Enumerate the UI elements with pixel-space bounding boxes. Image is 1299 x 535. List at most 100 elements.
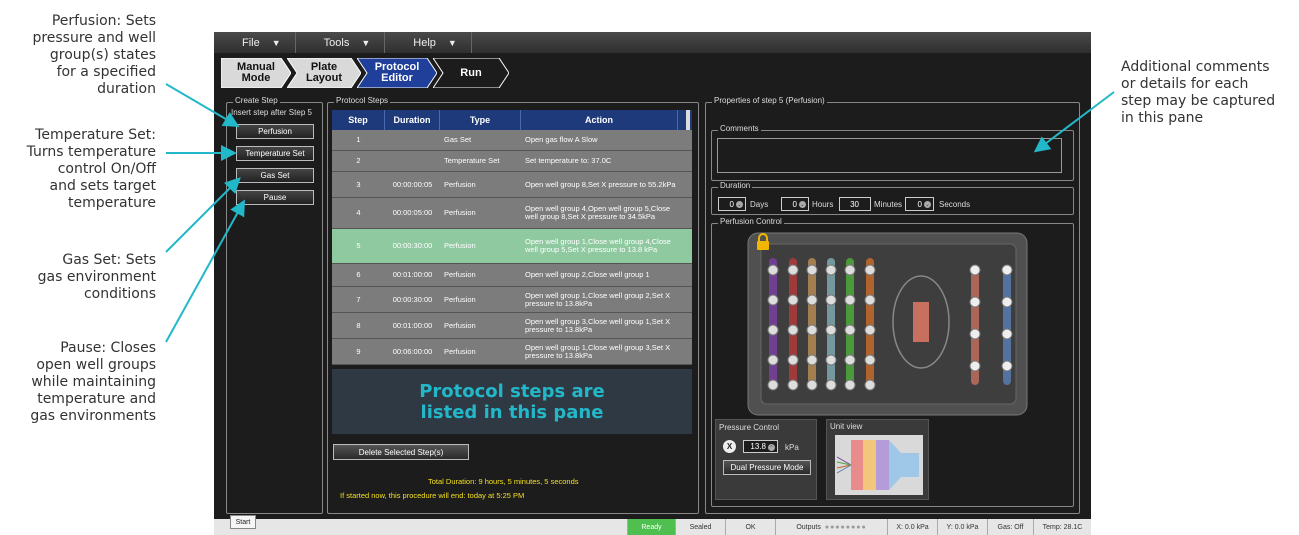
channel-column[interactable] [827, 258, 835, 388]
well[interactable] [825, 324, 837, 336]
plate-diagram[interactable] [745, 230, 1030, 418]
well[interactable] [844, 264, 856, 276]
status-y-pressure: Y: 0.0 kPa [937, 519, 987, 535]
well[interactable] [1001, 360, 1013, 372]
protocol-steps-annotation: Protocol steps are listed in this pane [332, 369, 692, 434]
properties-title: Properties of step 5 (Perfusion) [712, 96, 827, 105]
well[interactable] [1001, 264, 1013, 276]
column-type[interactable]: Type [440, 110, 521, 130]
table-row[interactable]: 3 00:00:00:05 Perfusion Open well group 8,S… [332, 172, 692, 198]
well[interactable] [844, 354, 856, 366]
well[interactable] [864, 264, 876, 276]
well[interactable] [787, 294, 799, 306]
well[interactable] [1001, 328, 1013, 340]
well[interactable] [825, 294, 837, 306]
well[interactable] [825, 354, 837, 366]
days-spinner[interactable]: 0 ⌄ [718, 197, 746, 211]
gas-set-button[interactable]: Gas Set [236, 168, 314, 183]
lock-icon[interactable] [755, 233, 771, 251]
table-row[interactable]: 6 00:01:00:00 Perfusion Open well group 2,C… [332, 264, 692, 287]
status-temp: Temp: 28.1C [1033, 519, 1091, 535]
well[interactable] [825, 379, 837, 391]
total-duration: Total Duration: 9 hours, 5 minutes, 5 se… [428, 477, 579, 486]
well[interactable] [864, 324, 876, 336]
table-row[interactable]: 1 Gas Set Open gas flow A Slow [332, 130, 692, 151]
minutes-spinner[interactable]: 30 [839, 197, 871, 211]
table-scrollbar[interactable] [686, 110, 690, 130]
crumb-plate-layout[interactable]: Plate Layout [287, 58, 361, 88]
column-action[interactable]: Action [521, 110, 678, 130]
well[interactable] [767, 324, 779, 336]
menu-tools[interactable]: Tools ▼ [296, 32, 386, 53]
chevron-icon: ⌃ [768, 444, 775, 451]
seconds-label: Seconds [939, 200, 971, 209]
well[interactable] [969, 360, 981, 372]
column-duration[interactable]: Duration [385, 110, 440, 130]
channel-column[interactable] [846, 258, 854, 388]
well[interactable] [806, 354, 818, 366]
well[interactable] [864, 379, 876, 391]
perfusion-button[interactable]: Perfusion [236, 124, 314, 139]
output-dots-icon: ●●●●●●●● [824, 523, 867, 531]
pressure-control-title: Pressure Control [719, 423, 780, 432]
table-row[interactable]: 2 Temperature Set Set temperature to: 37.0… [332, 151, 692, 172]
perfusion-callout: Perfusion: Sets pressure and well group(s)… [32, 13, 156, 97]
well[interactable] [806, 294, 818, 306]
well[interactable] [969, 328, 981, 340]
delete-selected-steps-button[interactable]: Delete Selected Step(s) [333, 444, 469, 460]
well[interactable] [864, 354, 876, 366]
table-row[interactable]: 7 00:00:30:00 Perfusion Open well group 1,C… [332, 287, 692, 313]
menu-file[interactable]: File ▼ [214, 32, 296, 53]
well[interactable] [806, 379, 818, 391]
well[interactable] [767, 294, 779, 306]
well[interactable] [787, 324, 799, 336]
well[interactable] [787, 264, 799, 276]
well[interactable] [969, 264, 981, 276]
start-button[interactable]: Start [230, 515, 256, 529]
seconds-spinner[interactable]: 0 ⌄ [905, 197, 934, 211]
table-row[interactable]: 9 00:06:00:00 Perfusion Open well group 1,C… [332, 339, 692, 365]
well[interactable] [806, 324, 818, 336]
well[interactable] [844, 324, 856, 336]
dual-pressure-mode-button[interactable]: Dual Pressure Mode [723, 460, 811, 475]
channel-column[interactable] [789, 258, 797, 388]
minutes-label: Minutes [874, 200, 903, 209]
temperature-set-button[interactable]: Temperature Set [236, 146, 314, 161]
well[interactable] [806, 264, 818, 276]
well[interactable] [767, 354, 779, 366]
well[interactable] [1001, 296, 1013, 308]
well[interactable] [864, 294, 876, 306]
create-step-panel: Create Step Insert step after Step 5 Per… [226, 96, 323, 514]
channel-column[interactable] [866, 258, 874, 388]
menu-help[interactable]: Help ▼ [385, 32, 472, 53]
table-row[interactable]: 8 00:01:00:00 Perfusion Open well group 3,C… [332, 313, 692, 339]
pause-callout: Pause: Closes open well groups while maint… [30, 340, 156, 424]
crumb-run[interactable]: Run [433, 58, 509, 88]
menu-bar: File ▼ Tools ▼ Help ▼ [214, 32, 1091, 53]
chevron-down-icon: ⌄ [799, 201, 806, 208]
well[interactable] [844, 294, 856, 306]
comments-input[interactable] [717, 138, 1062, 173]
table-row[interactable]: 4 00:00:05:00 Perfusion Open well group 4,O… [332, 198, 692, 229]
pressure-control-box: Pressure Control X 13.8 ⌃ kPa Dual Pressu… [715, 419, 817, 500]
channel-column[interactable] [808, 258, 816, 388]
column-step[interactable]: Step [332, 110, 385, 130]
unit-view-title: Unit view [830, 422, 863, 431]
well[interactable] [767, 264, 779, 276]
pressure-value-spinner[interactable]: 13.8 ⌃ [743, 440, 778, 453]
well[interactable] [825, 264, 837, 276]
well[interactable] [844, 379, 856, 391]
pause-button[interactable]: Pause [236, 190, 314, 205]
hours-spinner[interactable]: 0 ⌄ [781, 197, 809, 211]
well[interactable] [787, 379, 799, 391]
channel-column[interactable] [769, 258, 777, 388]
crumb-protocol-editor[interactable]: Protocol Editor [357, 58, 437, 88]
well[interactable] [969, 296, 981, 308]
protocol-steps-title: Protocol Steps [334, 96, 391, 105]
table-row-selected[interactable]: 5 00:00:30:00 Perfusion Open well group 1,C… [332, 229, 692, 264]
status-x-pressure: X: 0.0 kPa [887, 519, 937, 535]
well[interactable] [767, 379, 779, 391]
crumb-manual-mode[interactable]: Manual Mode [221, 58, 291, 88]
status-sealed: Sealed [675, 519, 725, 535]
well[interactable] [787, 354, 799, 366]
